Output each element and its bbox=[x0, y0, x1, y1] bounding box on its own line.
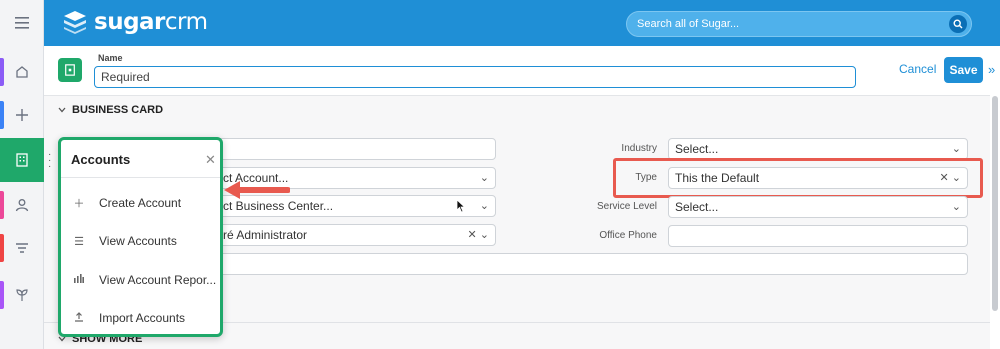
close-icon[interactable]: ✕ bbox=[205, 152, 216, 168]
sidebar-item-home[interactable] bbox=[0, 54, 44, 90]
home-stripe bbox=[0, 58, 4, 86]
menu-item-label: View Account Repor... bbox=[99, 273, 217, 287]
record-module-icon bbox=[58, 58, 82, 82]
annotation-arrow-icon bbox=[224, 181, 290, 199]
service-level-select[interactable]: Select... ⌄ bbox=[668, 196, 968, 218]
chevron-down-icon: ⌄ bbox=[951, 201, 961, 213]
chevron-down-icon: ⌄ bbox=[951, 143, 961, 155]
cancel-button[interactable]: Cancel bbox=[899, 62, 936, 76]
search-placeholder: Search all of Sugar... bbox=[637, 18, 740, 30]
double-chevron-right-icon[interactable]: » bbox=[988, 62, 995, 77]
service-level-label: Service Level bbox=[596, 201, 657, 212]
chevron-down-icon bbox=[58, 107, 66, 113]
office-phone-input[interactable] bbox=[668, 225, 968, 247]
business-card-title: BUSINESS CARD bbox=[72, 104, 164, 116]
sidebar-item-contacts[interactable] bbox=[0, 187, 44, 223]
filter-stripe bbox=[0, 234, 4, 262]
plus-icon: ＋ bbox=[73, 198, 85, 210]
global-search-input[interactable]: Search all of Sugar... bbox=[626, 11, 972, 37]
wide-field[interactable] bbox=[200, 253, 968, 275]
service-level-value: Select... bbox=[675, 200, 719, 214]
plus-icon bbox=[16, 109, 28, 121]
scrollbar[interactable] bbox=[992, 96, 998, 311]
sugarcrm-logo[interactable]: sugarcrm bbox=[62, 9, 208, 35]
building-icon bbox=[16, 153, 28, 167]
popup-divider bbox=[61, 177, 220, 178]
menu-item-view-account-reports[interactable]: View Account Repor... bbox=[71, 270, 216, 290]
chevron-down-icon: ⌄ bbox=[479, 200, 489, 212]
sidebar-rail bbox=[0, 0, 44, 349]
contacts-stripe bbox=[0, 191, 4, 219]
sugar-cube-icon bbox=[64, 11, 86, 34]
business-card-section-toggle[interactable]: BUSINESS CARD bbox=[58, 104, 163, 116]
assigned-to-value: ré Administrator bbox=[223, 228, 308, 242]
user-icon bbox=[15, 199, 29, 212]
drag-handle-icon[interactable]: · · · bbox=[48, 150, 51, 172]
industry-label: Industry bbox=[621, 143, 657, 154]
sidebar-item-accounts[interactable] bbox=[0, 138, 44, 182]
menu-item-view-accounts[interactable]: ☰ View Accounts bbox=[71, 231, 177, 251]
plant-icon bbox=[16, 289, 28, 301]
business-center-value: ct Business Center... bbox=[223, 199, 334, 213]
search-button[interactable] bbox=[949, 15, 967, 33]
clear-and-chevron-icon[interactable]: ✕ ⌄ bbox=[468, 225, 490, 245]
top-header: sugarcrm Search all of Sugar... bbox=[44, 0, 1000, 46]
industry-value: Select... bbox=[675, 142, 719, 156]
logo-text: sugarcrm bbox=[94, 9, 208, 35]
opportunities-stripe bbox=[0, 281, 4, 309]
sidebar-item-create[interactable] bbox=[0, 97, 44, 133]
menu-item-create-account[interactable]: ＋ Create Account bbox=[71, 193, 182, 213]
logo-text-bold: sugar bbox=[94, 9, 165, 35]
sidebar-item-opportunities[interactable] bbox=[0, 277, 44, 313]
office-phone-label: Office Phone bbox=[599, 230, 657, 241]
accounts-menu-popup: Accounts ✕ ＋ Create Account ☰ View Accou… bbox=[58, 137, 223, 337]
industry-select[interactable]: Select... ⌄ bbox=[668, 138, 968, 160]
sidebar-item-filter[interactable] bbox=[0, 230, 44, 266]
search-icon bbox=[953, 19, 963, 29]
create-stripe bbox=[0, 101, 4, 129]
chevron-down-icon: ⌄ bbox=[479, 172, 489, 184]
accounts-menu-title: Accounts bbox=[71, 152, 131, 167]
assigned-to-select[interactable]: ré Administrator ✕ ⌄ bbox=[200, 224, 496, 246]
menu-item-import-accounts[interactable]: Import Accounts bbox=[71, 308, 185, 328]
menu-item-label: Create Account bbox=[99, 196, 182, 210]
name-input[interactable]: Required bbox=[94, 66, 856, 88]
mouse-cursor-icon bbox=[456, 199, 466, 213]
type-highlight-box bbox=[613, 158, 983, 198]
bar-chart-icon bbox=[71, 274, 87, 286]
upload-icon bbox=[71, 311, 87, 325]
hamburger-menu-button[interactable] bbox=[0, 0, 44, 46]
sugarcrm-app: sugarcrm Search all of Sugar... Name Req… bbox=[0, 0, 1000, 349]
menu-item-label: Import Accounts bbox=[99, 311, 186, 325]
home-icon bbox=[16, 66, 28, 78]
filter-icon bbox=[16, 243, 28, 253]
hamburger-icon bbox=[15, 17, 29, 29]
logo-text-light: crm bbox=[164, 9, 208, 35]
blank-field[interactable] bbox=[200, 138, 496, 160]
save-button[interactable]: Save bbox=[944, 57, 983, 83]
list-icon: ☰ bbox=[74, 235, 84, 248]
name-label: Name bbox=[98, 53, 123, 63]
building-icon bbox=[65, 64, 75, 76]
menu-item-label: View Accounts bbox=[99, 234, 177, 248]
